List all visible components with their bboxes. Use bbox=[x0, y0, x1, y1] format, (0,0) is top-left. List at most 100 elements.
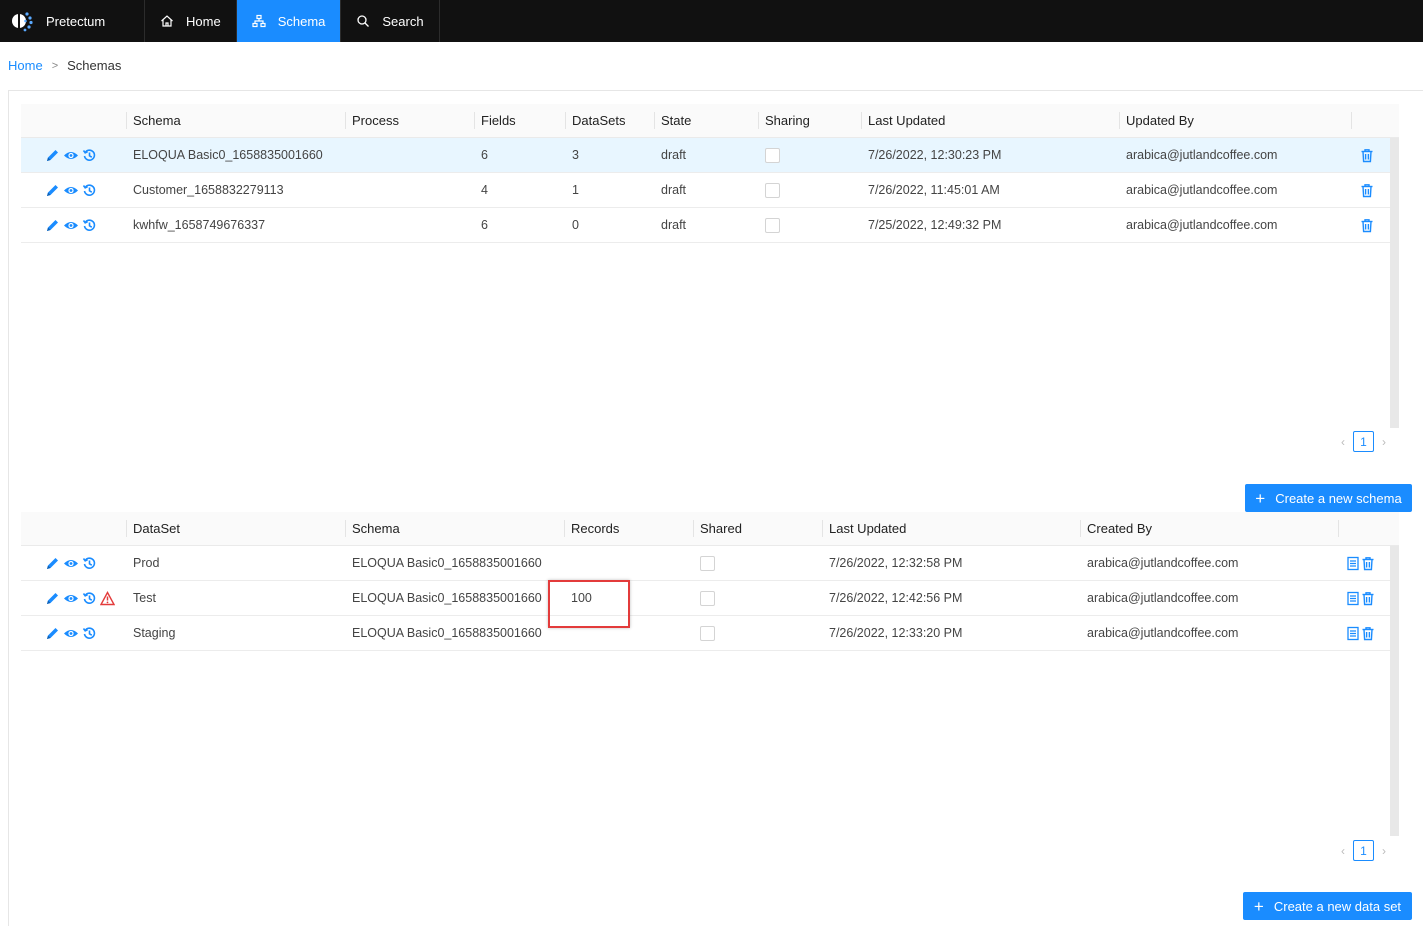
col-schema[interactable]: Schema bbox=[345, 512, 564, 545]
schema-row[interactable]: ELOQUA Basic0_1658835001660 6 3 draft 7/26/2… bbox=[21, 138, 1399, 173]
nav-item-search[interactable]: Search bbox=[341, 0, 440, 42]
nav-item-schema[interactable]: Schema bbox=[236, 0, 342, 42]
updated-by-cell: arabica@jutlandcoffee.com bbox=[1126, 148, 1278, 162]
dataset-schema-cell: ELOQUA Basic0_1658835001660 bbox=[352, 591, 542, 605]
delete-icon[interactable] bbox=[1361, 626, 1375, 641]
nav-item-home[interactable]: Home bbox=[145, 0, 237, 42]
process-cell bbox=[345, 208, 474, 242]
datasets-page-1[interactable]: 1 bbox=[1353, 840, 1374, 861]
delete-icon[interactable] bbox=[1361, 556, 1375, 571]
history-icon[interactable] bbox=[82, 148, 97, 163]
created-by-cell: arabica@jutlandcoffee.com bbox=[1087, 626, 1239, 640]
last-updated-cell: 7/26/2022, 12:33:20 PM bbox=[829, 626, 963, 640]
view-icon[interactable] bbox=[63, 148, 79, 163]
history-icon[interactable] bbox=[82, 218, 97, 233]
edit-icon[interactable] bbox=[45, 183, 60, 198]
last-updated-cell: 7/26/2022, 11:45:01 AM bbox=[868, 183, 1000, 197]
edit-icon[interactable] bbox=[45, 626, 60, 641]
schema-row[interactable]: kwhfw_1658749676337 6 0 draft 7/25/2022, 12:… bbox=[21, 208, 1399, 243]
schema-row[interactable]: Customer_1658832279113 4 1 draft 7/26/2022, … bbox=[21, 173, 1399, 208]
updated-by-cell: arabica@jutlandcoffee.com bbox=[1126, 183, 1278, 197]
last-updated-cell: 7/26/2022, 12:30:23 PM bbox=[868, 148, 1002, 162]
col-schema[interactable]: Schema bbox=[126, 104, 345, 137]
edit-icon[interactable] bbox=[45, 218, 60, 233]
col-shared[interactable]: Shared bbox=[693, 512, 822, 545]
schemas-scrollbar[interactable] bbox=[1390, 138, 1399, 428]
col-created-by[interactable]: Created By bbox=[1080, 512, 1338, 545]
create-dataset-label: Create a new data set bbox=[1273, 898, 1402, 914]
dataset-row[interactable]: Test ELOQUA Basic0_1658835001660 100 7/26/2… bbox=[21, 581, 1399, 616]
delete-icon[interactable] bbox=[1360, 218, 1374, 233]
delete-icon[interactable] bbox=[1361, 591, 1375, 606]
schemas-page-1[interactable]: 1 bbox=[1353, 431, 1374, 452]
prev-page-icon[interactable]: ‹ bbox=[1341, 435, 1345, 449]
schemas-pagination: ‹ 1 › bbox=[1341, 431, 1386, 452]
create-schema-button[interactable]: + Create a new schema bbox=[1245, 484, 1412, 512]
next-page-icon[interactable]: › bbox=[1382, 844, 1386, 858]
view-icon[interactable] bbox=[63, 218, 79, 233]
schema-name-cell: Customer_1658832279113 bbox=[133, 183, 284, 197]
search-icon bbox=[357, 15, 370, 27]
edit-icon[interactable] bbox=[45, 556, 60, 571]
col-last-updated[interactable]: Last Updated bbox=[861, 104, 1119, 137]
shared-checkbox[interactable] bbox=[700, 555, 715, 571]
process-cell bbox=[345, 138, 474, 172]
col-process[interactable]: Process bbox=[345, 104, 474, 137]
brand[interactable]: Pretectum bbox=[0, 0, 145, 42]
create-dataset-button[interactable]: + Create a new data set bbox=[1243, 892, 1412, 920]
sharing-checkbox[interactable] bbox=[765, 147, 780, 163]
sharing-cell bbox=[758, 173, 861, 207]
row-actions bbox=[21, 581, 126, 615]
history-icon[interactable] bbox=[82, 626, 97, 641]
plus-icon: + bbox=[1255, 488, 1266, 508]
next-page-icon[interactable]: › bbox=[1382, 435, 1386, 449]
records-cell bbox=[564, 546, 693, 580]
schema-name-cell: kwhfw_1658749676337 bbox=[133, 218, 266, 232]
delete-icon[interactable] bbox=[1360, 183, 1374, 198]
history-icon[interactable] bbox=[82, 591, 97, 606]
shared-checkbox[interactable] bbox=[700, 590, 715, 606]
datasets-pagination: ‹ 1 › bbox=[1341, 840, 1386, 861]
dataset-name-cell: Test bbox=[133, 591, 156, 605]
records-highlight-box bbox=[548, 580, 630, 628]
col-dataset[interactable]: DataSet bbox=[126, 512, 345, 545]
col-state[interactable]: State bbox=[654, 104, 758, 137]
edit-icon[interactable] bbox=[45, 148, 60, 163]
home-icon bbox=[161, 15, 173, 27]
sharing-checkbox[interactable] bbox=[765, 217, 780, 233]
shared-checkbox[interactable] bbox=[700, 625, 715, 641]
col-records[interactable]: Records bbox=[564, 512, 693, 545]
sharing-cell bbox=[758, 208, 861, 242]
edit-icon[interactable] bbox=[45, 591, 60, 606]
view-icon[interactable] bbox=[63, 183, 79, 198]
schema-name-cell: ELOQUA Basic0_1658835001660 bbox=[133, 148, 323, 162]
dataset-row[interactable]: Prod ELOQUA Basic0_1658835001660 7/26/2022… bbox=[21, 546, 1399, 581]
updated-by-cell: arabica@jutlandcoffee.com bbox=[1126, 218, 1278, 232]
document-icon[interactable] bbox=[1347, 591, 1359, 606]
breadcrumb-separator: > bbox=[51, 59, 59, 72]
schemas-table-body: ELOQUA Basic0_1658835001660 6 3 draft 7/26/2… bbox=[21, 138, 1399, 243]
datasets-scrollbar[interactable] bbox=[1390, 546, 1399, 836]
col-fields[interactable]: Fields bbox=[474, 104, 565, 137]
nav-label-home: Home bbox=[186, 13, 221, 29]
document-icon[interactable] bbox=[1347, 626, 1359, 641]
col-sharing[interactable]: Sharing bbox=[758, 104, 861, 137]
history-icon[interactable] bbox=[82, 183, 97, 198]
sharing-checkbox[interactable] bbox=[765, 182, 780, 198]
fields-cell: 4 bbox=[481, 183, 488, 197]
view-icon[interactable] bbox=[63, 556, 79, 571]
col-last-updated[interactable]: Last Updated bbox=[822, 512, 1080, 545]
dataset-row[interactable]: Staging ELOQUA Basic0_1658835001660 7/26/2… bbox=[21, 616, 1399, 651]
document-icon[interactable] bbox=[1347, 556, 1359, 571]
state-cell: draft bbox=[661, 218, 687, 232]
col-updated-by[interactable]: Updated By bbox=[1119, 104, 1351, 137]
col-datasets[interactable]: DataSets bbox=[565, 104, 654, 137]
view-icon[interactable] bbox=[63, 626, 79, 641]
history-icon[interactable] bbox=[82, 556, 97, 571]
breadcrumb-home-link[interactable]: Home bbox=[8, 58, 43, 73]
delete-icon[interactable] bbox=[1360, 148, 1374, 163]
dataset-schema-cell: ELOQUA Basic0_1658835001660 bbox=[352, 556, 542, 570]
view-icon[interactable] bbox=[63, 591, 79, 606]
prev-page-icon[interactable]: ‹ bbox=[1341, 844, 1345, 858]
top-nav-bar: Pretectum Home Schema Search bbox=[0, 0, 1423, 42]
